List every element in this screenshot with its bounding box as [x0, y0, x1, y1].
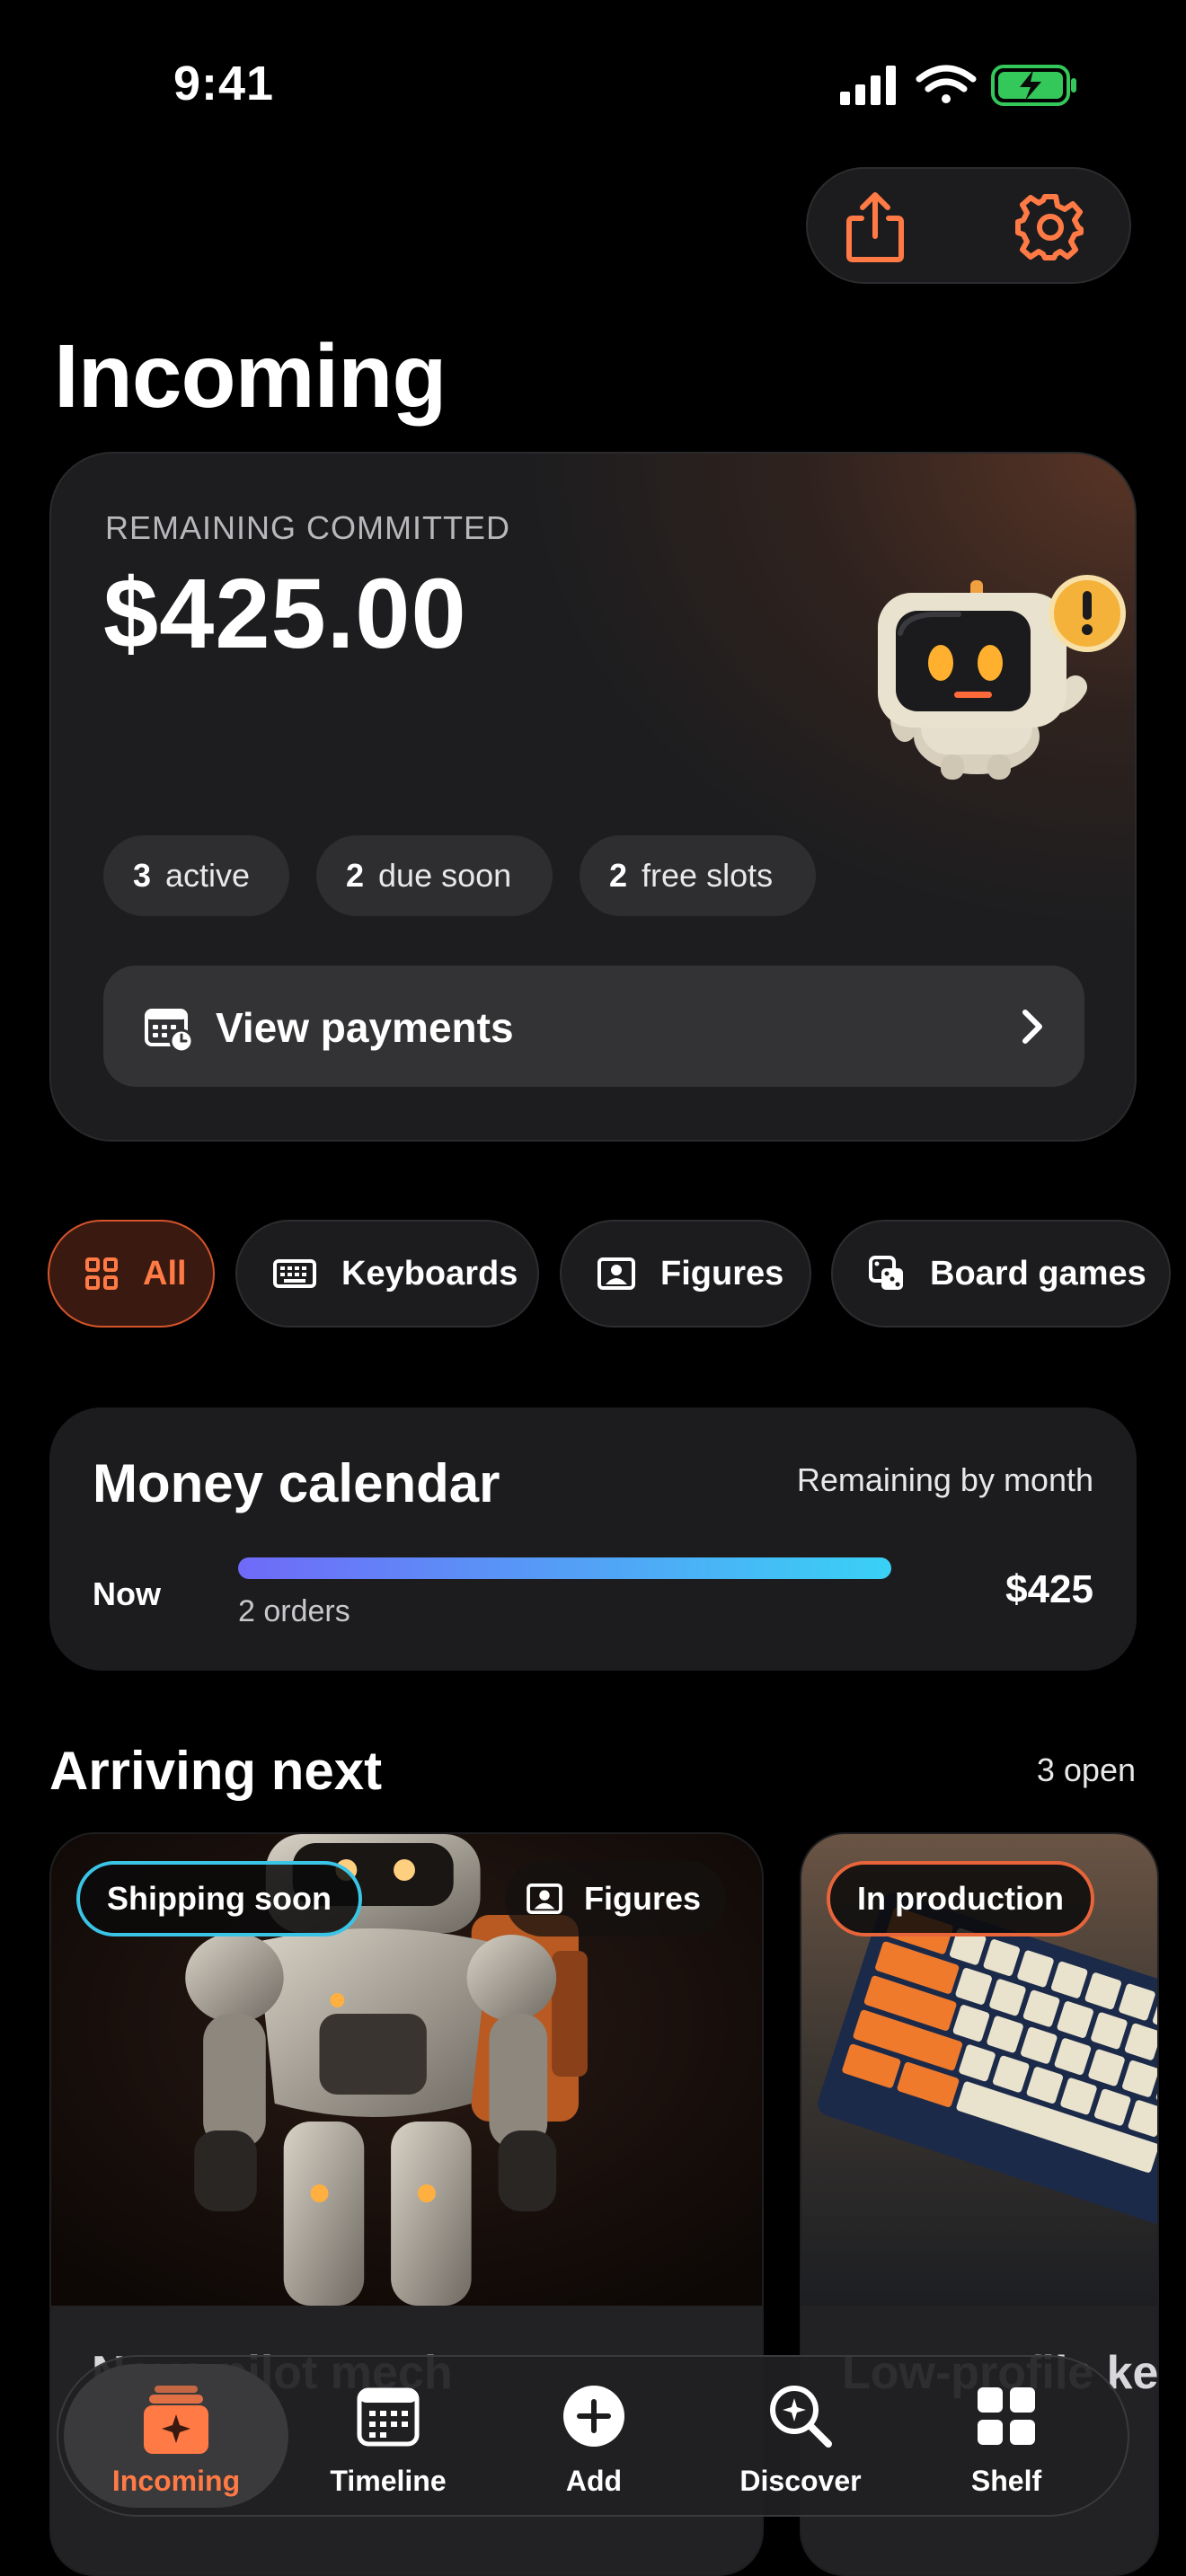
- month-orders-count: 2 orders: [238, 1594, 350, 1628]
- free-slots-count: 2: [609, 857, 628, 894]
- month-amount-bar: [238, 1557, 891, 1579]
- active-chip: 3 active: [103, 835, 289, 916]
- month-amount: $425: [1005, 1567, 1093, 1611]
- tab-bar: Incoming Timeline Add Discover Shelf: [57, 2355, 1129, 2517]
- due-soon-label: due soon: [378, 857, 512, 894]
- due-soon-count: 2: [346, 857, 365, 894]
- tab-add-label: Add: [565, 2465, 623, 2497]
- free-slots-label: free slots: [642, 857, 774, 894]
- share-icon: [846, 192, 904, 262]
- filter-board-games[interactable]: Board games: [831, 1220, 1171, 1328]
- active-label: active: [165, 857, 251, 894]
- filter-all-label: All: [143, 1254, 187, 1292]
- grid-icon: [85, 1257, 118, 1290]
- battery-icon: [991, 65, 1076, 106]
- filter-all[interactable]: All: [48, 1220, 215, 1328]
- status-badge: Shipping soon: [76, 1861, 362, 1936]
- status-badge: In production: [827, 1861, 1094, 1936]
- gear-icon: [1015, 194, 1084, 260]
- tab-incoming[interactable]: Incoming: [64, 2364, 288, 2508]
- month-label: Now: [93, 1575, 161, 1612]
- filter-figures[interactable]: Figures: [560, 1220, 811, 1328]
- status-icons: [840, 63, 1078, 108]
- tab-shelf[interactable]: Shelf: [903, 2357, 1110, 2515]
- payment-calendar-icon: [145, 1009, 194, 1054]
- arriving-next-title: Arriving next: [49, 1741, 383, 1801]
- shelf-icon: [970, 2380, 1042, 2452]
- settings-button[interactable]: [1010, 187, 1091, 268]
- header-actions: [806, 167, 1131, 284]
- plus-circle-icon: [558, 2380, 630, 2452]
- view-payments-label: View payments: [216, 1004, 514, 1051]
- active-count: 3: [133, 857, 152, 894]
- free-slots-chip: 2 free slots: [580, 835, 816, 916]
- signal-icon: [840, 66, 896, 105]
- discover-icon: [765, 2380, 836, 2452]
- tab-discover-label: Discover: [739, 2465, 862, 2497]
- category-badge-label: Figures: [584, 1880, 702, 1917]
- view-payments-button[interactable]: View payments: [103, 966, 1084, 1087]
- page-title: Incoming: [54, 326, 447, 427]
- money-calendar-subtitle: Remaining by month: [796, 1461, 1093, 1498]
- share-button[interactable]: [835, 187, 916, 268]
- figure-icon: [527, 1883, 562, 1914]
- dice-icon: [869, 1256, 905, 1292]
- keyboard-icon: [273, 1259, 316, 1288]
- money-calendar-title: Money calendar: [93, 1453, 500, 1513]
- filter-keyboards[interactable]: Keyboards: [235, 1220, 539, 1328]
- status-time: 9:41: [173, 57, 275, 110]
- remaining-label: REMAINING COMMITTED: [105, 509, 510, 546]
- figure-icon: [597, 1257, 635, 1290]
- chevron-right-icon: [1022, 1010, 1042, 1044]
- filter-keyboards-label: Keyboards: [341, 1254, 518, 1292]
- tab-incoming-label: Incoming: [111, 2465, 241, 2497]
- tab-shelf-label: Shelf: [970, 2465, 1042, 2497]
- summary-card: REMAINING COMMITTED $425.00 3 active 2 d…: [49, 452, 1137, 1142]
- tab-timeline[interactable]: Timeline: [285, 2357, 491, 2515]
- tab-add[interactable]: Add: [491, 2357, 697, 2515]
- arriving-open-count: 3 open: [1036, 1751, 1136, 1788]
- robot-mascot-illustration: [815, 512, 1135, 781]
- calendar-icon: [352, 2380, 424, 2452]
- category-badge: Figures: [505, 1861, 727, 1936]
- filter-figures-label: Figures: [660, 1254, 784, 1292]
- money-calendar-card[interactable]: Money calendar Remaining by month Now 2 …: [49, 1407, 1137, 1671]
- wifi-icon: [916, 65, 977, 103]
- due-soon-chip: 2 due soon: [316, 835, 553, 916]
- filter-board-games-label: Board games: [930, 1254, 1146, 1292]
- tab-discover[interactable]: Discover: [697, 2357, 904, 2515]
- incoming-icon: [140, 2384, 212, 2456]
- remaining-amount: $425.00: [103, 559, 467, 669]
- tab-timeline-label: Timeline: [330, 2465, 447, 2497]
